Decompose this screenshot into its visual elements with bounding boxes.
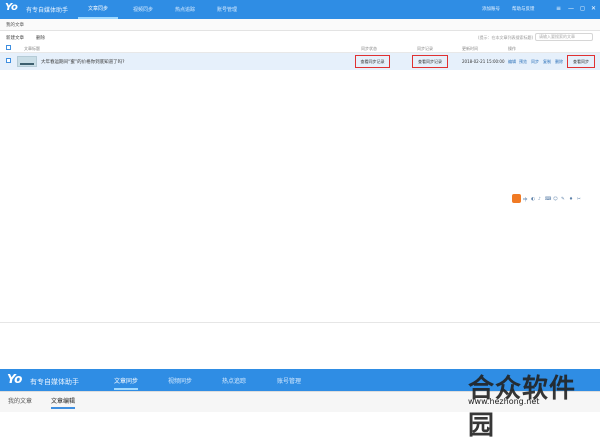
delete-link[interactable]: 删除 <box>555 59 563 65</box>
select-all-checkbox[interactable] <box>6 45 11 50</box>
bottom-tab-article-sync[interactable]: 文章同步 <box>114 376 139 390</box>
subtab-strip <box>0 19 600 31</box>
column-sync-status: 同步状态 <box>361 46 377 51</box>
bottom-tab-account-manage[interactable]: 账号管理 <box>277 376 301 385</box>
bottom-app-title: 有专自媒体助手 <box>30 378 79 386</box>
row-checkbox[interactable] <box>6 58 11 63</box>
column-ops: 操作 <box>508 46 516 51</box>
view-sync-record-button[interactable]: 查看同步记录 <box>412 55 448 68</box>
search-hint: (提示：在本文章列表搜索标题) <box>478 35 534 40</box>
minimize-icon[interactable]: — <box>568 5 574 12</box>
restore-icon[interactable]: ◻ <box>580 5 585 12</box>
menu-icon[interactable]: ≡ <box>556 5 561 12</box>
close-icon[interactable]: ✕ <box>591 5 596 12</box>
copy-link[interactable]: 复制 <box>543 59 551 65</box>
bottom-tab-article-edit[interactable]: 文章编辑 <box>51 396 76 409</box>
tab-article-sync[interactable]: 文章同步 <box>78 0 118 19</box>
add-account-link[interactable]: 添加账号 <box>482 6 500 12</box>
pen-icon[interactable]: ✎ <box>561 197 565 202</box>
thumbnail-detail <box>20 63 34 65</box>
delete-button[interactable]: 删除 <box>36 35 45 41</box>
updated-time: 2018-02-21 15:00:00 <box>462 59 505 64</box>
app-title: 有专自媒体助手 <box>26 7 69 14</box>
bottom-app-logo: Yo <box>7 372 23 386</box>
keyboard-icon[interactable]: ⌨ <box>545 197 552 202</box>
mini-tool-item[interactable]: ♪ <box>538 197 541 202</box>
new-article-button[interactable]: 新建文章 <box>6 35 24 41</box>
tab-my-articles[interactable]: 我的文章 <box>6 22 24 28</box>
mini-tool-item[interactable]: ◐ <box>531 197 535 202</box>
emoji-icon[interactable]: ☺ <box>553 197 558 202</box>
app-logo: Yo <box>5 2 18 13</box>
column-updated: 更新时间 <box>462 46 478 51</box>
search-input[interactable]: 请输入要搜索的文章 <box>535 33 593 41</box>
watermark-url: www.hezhong.net <box>468 397 540 406</box>
tab-account-manage[interactable]: 账号管理 <box>207 0 247 19</box>
mini-tool-item[interactable]: 中 <box>523 197 528 203</box>
view-sync-status-button[interactable]: 查看同步记录 <box>355 55 390 68</box>
sync-link[interactable]: 同步 <box>531 59 539 65</box>
article-thumbnail <box>17 56 37 67</box>
tab-video-sync[interactable]: 视频同步 <box>123 0 163 19</box>
column-title: 文章标题 <box>24 46 40 51</box>
content-divider <box>0 322 600 323</box>
bottom-tab-my-articles[interactable]: 我的文章 <box>8 396 32 405</box>
bottom-tab-hot-tracking[interactable]: 热点追踪 <box>222 376 246 385</box>
skin-icon[interactable]: ♦ <box>569 197 573 202</box>
edit-link[interactable]: 编辑 <box>508 59 516 65</box>
preview-link[interactable]: 预览 <box>519 59 527 65</box>
bottom-tab-video-sync[interactable]: 视频同步 <box>168 376 192 385</box>
tools-icon[interactable]: ✂ <box>577 197 581 202</box>
input-method-logo[interactable] <box>512 194 521 203</box>
column-sync-record: 同步记录 <box>417 46 433 51</box>
help-feedback-link[interactable]: 帮助与反馈 <box>512 6 535 12</box>
article-title[interactable]: 大年春运期间“蜜”的价格你到底知道了吗? <box>41 59 125 65</box>
view-sync-button[interactable]: 查看同步 <box>567 55 595 68</box>
tab-hot-tracking[interactable]: 热点追踪 <box>165 0 205 19</box>
